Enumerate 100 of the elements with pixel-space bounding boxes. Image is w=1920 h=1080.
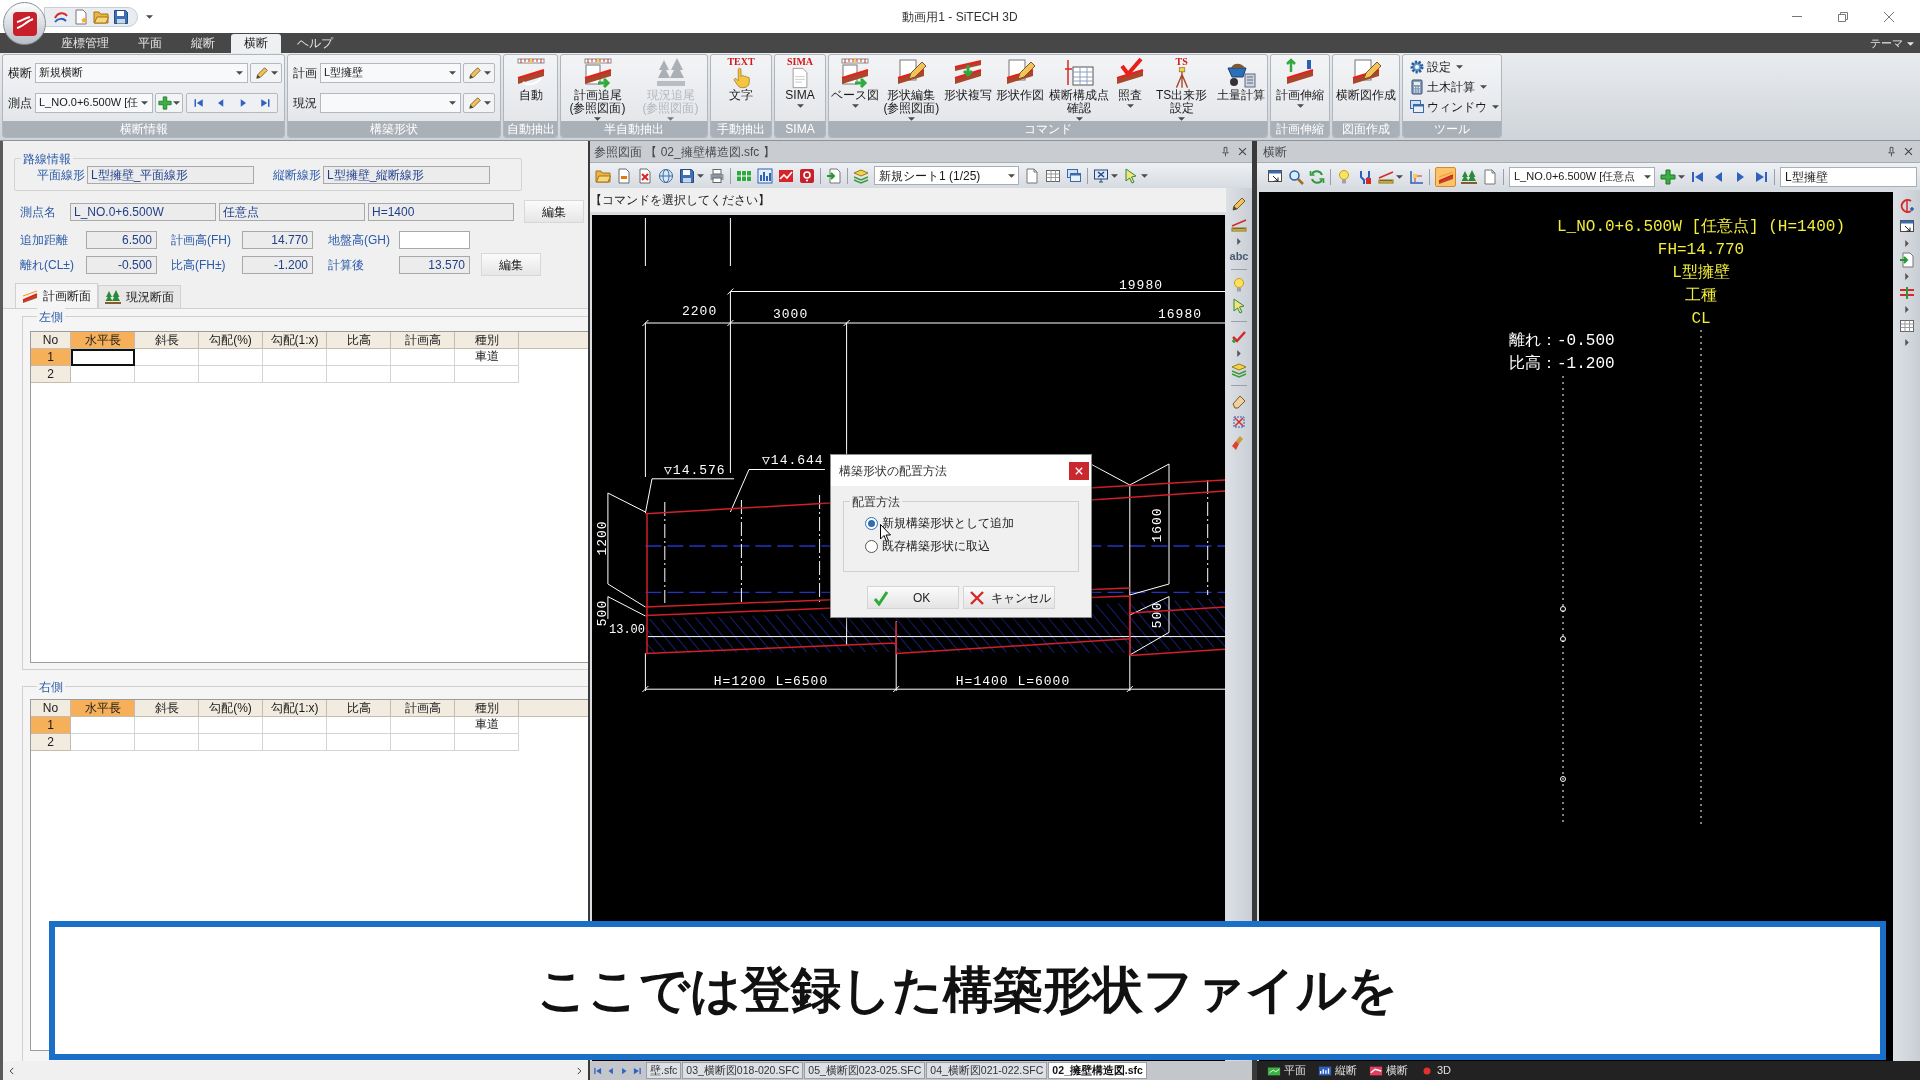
caret-right-icon[interactable]: [1904, 339, 1909, 346]
first-icon[interactable]: [193, 96, 205, 109]
ribbon-button[interactable]: ウィンドウ: [1409, 97, 1499, 117]
column-header[interactable]: 計画高: [391, 700, 455, 717]
close-document-icon[interactable]: [637, 167, 653, 184]
ribbon-button[interactable]: 形状作図: [993, 55, 1046, 121]
view-tab[interactable]: 平面: [1267, 1062, 1306, 1079]
ring-icon[interactable]: [799, 167, 815, 184]
text-field[interactable]: L型擁壁_平面線形: [87, 165, 254, 184]
combo-box[interactable]: 新規横断: [35, 62, 248, 83]
save-icon[interactable]: [679, 167, 695, 184]
close-button[interactable]: [1069, 461, 1089, 480]
column-header[interactable]: 水平長: [71, 700, 135, 717]
page-icon[interactable]: [1482, 168, 1498, 185]
ok-button[interactable]: OK: [867, 586, 959, 609]
check-icon[interactable]: [1231, 329, 1247, 345]
ribbon-button[interactable]: 自動: [512, 55, 549, 121]
view-tab[interactable]: 3D: [1420, 1062, 1452, 1079]
lightbulb-icon[interactable]: [1231, 277, 1247, 293]
edit-button[interactable]: [463, 62, 495, 83]
column-header[interactable]: No: [31, 700, 71, 717]
column-header[interactable]: 計画高: [391, 332, 455, 349]
menu-tab[interactable]: 横断: [231, 34, 281, 53]
ruler-icon[interactable]: [1231, 217, 1247, 233]
document-tab[interactable]: 03_横断図018-020.SFC: [682, 1062, 804, 1079]
windows-icon[interactable]: [1066, 167, 1082, 184]
ribbon-button[interactable]: 設定: [1409, 57, 1463, 77]
combo-box[interactable]: L_NO.0+6.500W [任: [35, 92, 153, 113]
save-icon[interactable]: [113, 8, 129, 25]
pin-icon[interactable]: [1220, 146, 1231, 157]
ribbon-button[interactable]: 土木計算: [1409, 77, 1487, 97]
cancel-button[interactable]: キャンセル: [963, 586, 1055, 609]
ribbon-button[interactable]: ベース図: [829, 55, 882, 121]
search-icon[interactable]: [1288, 168, 1304, 185]
ribbon-button[interactable]: 形状複写: [941, 55, 994, 121]
document-tab[interactable]: 02_擁壁構造図.sfc: [1048, 1062, 1147, 1079]
menu-tab[interactable]: 平面: [125, 34, 175, 53]
text-field[interactable]: 13.570: [399, 255, 470, 274]
table-cell[interactable]: 車道: [455, 349, 519, 366]
station-select[interactable]: L_NO.0+6.500W [任意点: [1509, 166, 1655, 187]
monitor-icon[interactable]: [1093, 167, 1109, 184]
table-icon[interactable]: [1045, 167, 1061, 184]
previous-icon[interactable]: [606, 1065, 616, 1076]
ribbon-button[interactable]: TEXT 文字: [725, 55, 757, 121]
pointer-icon[interactable]: [1123, 167, 1139, 184]
caret-right-icon[interactable]: [1904, 273, 1909, 280]
pointer-icon[interactable]: [1231, 298, 1247, 314]
edit-button[interactable]: [250, 62, 282, 83]
column-header[interactable]: 比高: [327, 332, 391, 349]
column-header[interactable]: 勾配(%): [199, 332, 263, 349]
scroll-right-icon[interactable]: [574, 1065, 584, 1076]
ribbon-button[interactable]: TS TS出来形設定: [1148, 55, 1215, 121]
caret-right-icon[interactable]: [1237, 350, 1241, 357]
column-header[interactable]: 種別: [455, 700, 519, 717]
edit-button[interactable]: 編集: [524, 200, 584, 223]
table-icon[interactable]: [1898, 318, 1915, 334]
table-cell[interactable]: [71, 349, 135, 366]
layers-icon[interactable]: [1231, 362, 1247, 378]
column-header[interactable]: 斜長: [135, 700, 199, 717]
caret-right-icon[interactable]: [1904, 306, 1909, 313]
page-icon[interactable]: [1024, 167, 1040, 184]
refresh-icon[interactable]: [1309, 168, 1325, 185]
view-tab[interactable]: 横断: [1369, 1062, 1408, 1079]
text-field[interactable]: [399, 230, 470, 249]
new-document-icon[interactable]: [73, 8, 89, 25]
document-tab[interactable]: 壁.sfc: [646, 1062, 682, 1079]
menu-tab[interactable]: ヘルプ: [284, 34, 346, 53]
ribbon-button[interactable]: 計画伸縮: [1274, 55, 1326, 121]
folder-icon[interactable]: [595, 167, 611, 184]
row-header[interactable]: 1: [31, 349, 71, 366]
column-header[interactable]: 比高: [327, 700, 391, 717]
section-toggle[interactable]: [1435, 166, 1456, 187]
ribbon-button[interactable]: 照査: [1112, 55, 1149, 121]
view-tab[interactable]: 縦断: [1318, 1062, 1357, 1079]
ribbon-button[interactable]: 土量計算: [1214, 55, 1267, 121]
line-chart-icon[interactable]: [778, 167, 794, 184]
column-header[interactable]: 種別: [455, 332, 519, 349]
sheet-select[interactable]: 新規シート1 (1/25): [874, 166, 1019, 185]
text-field[interactable]: L_NO.0+6.500W: [70, 202, 216, 221]
text-field[interactable]: -1.200: [242, 255, 313, 274]
trees-icon[interactable]: [1461, 168, 1477, 185]
globe-icon[interactable]: [658, 167, 674, 184]
text-field[interactable]: 任意点: [219, 202, 365, 221]
radio-button[interactable]: [865, 539, 878, 553]
column-header[interactable]: 勾配(1:x): [263, 700, 327, 717]
row-header[interactable]: 2: [31, 366, 71, 383]
ribbon-button[interactable]: 形状編集 (参照図面): [881, 55, 942, 121]
centerline-icon[interactable]: [1898, 198, 1915, 214]
icon-lettering[interactable]: abc: [1229, 250, 1249, 262]
menu-tab[interactable]: 縦断: [178, 34, 228, 53]
text-field[interactable]: 14.770: [242, 230, 313, 249]
section-lines-icon[interactable]: [1898, 285, 1915, 301]
tab[interactable]: 計画断面: [15, 283, 98, 308]
text-field[interactable]: 6.500: [86, 230, 157, 249]
first-icon[interactable]: [593, 1065, 603, 1076]
last-icon[interactable]: [259, 96, 271, 109]
document-tab[interactable]: 04_横断図021-022.SFC: [926, 1062, 1048, 1079]
column-header[interactable]: No: [31, 332, 71, 349]
document-tab[interactable]: 05_横断図023-025.SFC: [804, 1062, 926, 1079]
column-header[interactable]: 勾配(%): [199, 700, 263, 717]
